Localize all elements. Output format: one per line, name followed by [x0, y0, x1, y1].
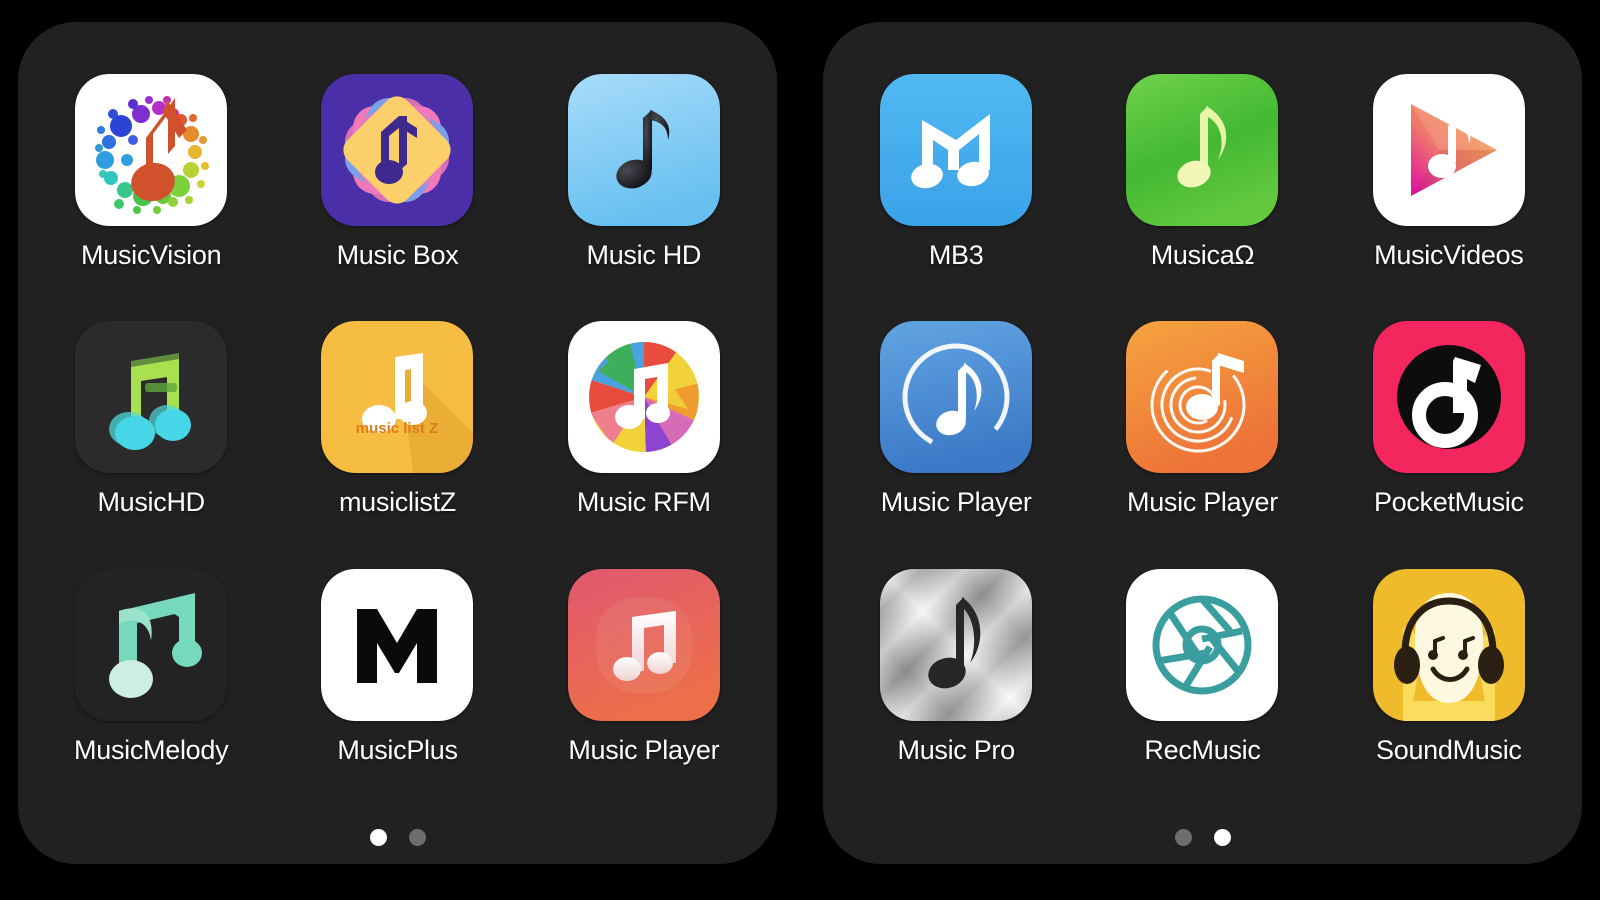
app-tile-recmusic[interactable]: RecMusic	[1079, 568, 1325, 810]
musiclistz-icon[interactable]: music list Z	[321, 321, 474, 474]
app-tile-musiclistz[interactable]: music list Z musiclistZ	[274, 321, 520, 562]
music-folder-right: MB3 MusicaΩ MusicVideos Music Player Mus…	[823, 22, 1582, 864]
app-tile-music-rfm[interactable]: Music RFM	[521, 321, 767, 562]
app-label: Music Box	[336, 240, 459, 270]
app-tile-musicmelody[interactable]: MusicMelody	[28, 568, 274, 810]
app-tile-music-box[interactable]: Music Box	[274, 74, 520, 315]
page-dot-1[interactable]	[369, 828, 387, 846]
musicmelody-icon[interactable]	[75, 568, 228, 721]
app-tile-music-hd-blue[interactable]: Music HD	[521, 74, 767, 315]
soundmusic-icon[interactable]	[1372, 568, 1525, 721]
app-label: RecMusic	[1144, 734, 1261, 765]
app-tile-music-player-orange[interactable]: Music Player	[1079, 321, 1325, 562]
app-label: MB3	[928, 240, 984, 270]
app-tile-musica-omega[interactable]: MusicaΩ	[1079, 74, 1325, 315]
musiclistz-inner-text: music list Z	[356, 420, 439, 437]
musicvideos-icon[interactable]	[1372, 74, 1525, 226]
musica-omega-icon[interactable]	[1126, 74, 1279, 226]
app-tile-musichd-dark[interactable]: MusicHD	[28, 321, 274, 562]
app-tile-pocketmusic[interactable]: PocketMusic	[1326, 321, 1572, 562]
app-label: Music Player	[568, 734, 720, 765]
page-indicator-right[interactable]	[833, 810, 1572, 864]
app-label: MusicMelody	[74, 734, 229, 765]
app-label: Music HD	[586, 240, 702, 270]
app-tile-soundmusic[interactable]: SoundMusic	[1326, 568, 1572, 810]
music-hd-icon[interactable]	[567, 74, 720, 226]
app-label: MusicaΩ	[1150, 240, 1255, 270]
page-dot-2[interactable]	[408, 828, 426, 846]
page-indicator-left[interactable]	[28, 810, 767, 864]
app-grid-left: MusicVision Music Box Music HD MusicHD m…	[28, 74, 767, 810]
pocketmusic-icon[interactable]	[1372, 321, 1525, 474]
app-label: Music Pro	[897, 734, 1016, 765]
musichd-icon[interactable]	[75, 321, 228, 474]
app-label: MusicVideos	[1374, 240, 1524, 270]
musicvision-icon[interactable]	[75, 74, 228, 226]
app-tile-musicplus[interactable]: MusicPlus	[274, 568, 520, 810]
app-label: Music RFM	[576, 487, 711, 518]
mb3-icon[interactable]	[880, 74, 1033, 226]
app-tile-music-pro[interactable]: Music Pro	[833, 568, 1079, 810]
app-label: Music Player	[1127, 487, 1278, 518]
home-screen-folder-view: MusicVision Music Box Music HD MusicHD m…	[0, 0, 1600, 900]
page-dot-2[interactable]	[1213, 828, 1231, 846]
app-tile-musicvideos[interactable]: MusicVideos	[1326, 74, 1572, 315]
music-player-red-icon[interactable]	[567, 568, 720, 721]
music-rfm-icon[interactable]	[567, 321, 720, 474]
musicplus-icon[interactable]	[321, 568, 474, 721]
app-label: PocketMusic	[1373, 487, 1524, 518]
app-tile-musicvision[interactable]: MusicVision	[28, 74, 274, 315]
page-dot-1[interactable]	[1174, 828, 1192, 846]
recmusic-icon[interactable]	[1126, 568, 1279, 721]
music-player-orange-icon[interactable]	[1126, 321, 1279, 474]
music-player-blue-icon[interactable]	[880, 321, 1033, 474]
app-label: Music Player	[880, 487, 1032, 518]
app-label: SoundMusic	[1376, 734, 1522, 765]
app-label: MusicVision	[81, 240, 222, 270]
app-tile-music-player-red[interactable]: Music Player	[521, 568, 767, 810]
music-folder-left: MusicVision Music Box Music HD MusicHD m…	[18, 22, 777, 864]
app-label: musiclistZ	[338, 487, 456, 518]
music-box-icon[interactable]	[321, 74, 474, 226]
app-label: MusicPlus	[337, 734, 458, 765]
app-grid-right: MB3 MusicaΩ MusicVideos Music Player Mus…	[833, 74, 1572, 810]
app-label: MusicHD	[97, 487, 205, 518]
app-tile-mb3[interactable]: MB3	[833, 74, 1079, 315]
music-pro-icon[interactable]	[880, 568, 1033, 721]
app-tile-music-player-blue[interactable]: Music Player	[833, 321, 1079, 562]
